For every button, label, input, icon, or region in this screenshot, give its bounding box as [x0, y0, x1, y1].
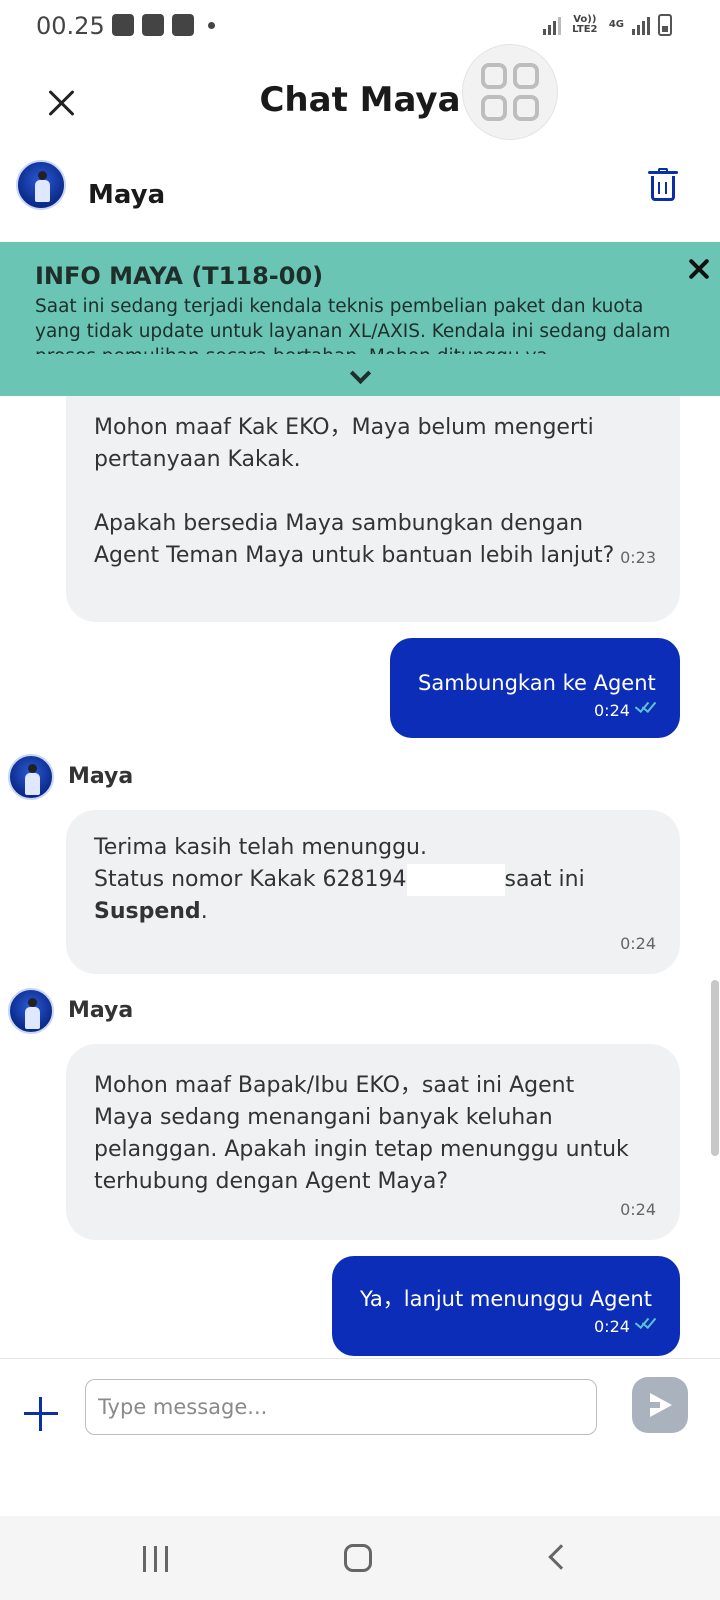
avatar — [8, 754, 54, 800]
system-icons: Vo)) LTE2 4G — [542, 14, 672, 36]
contact-name: Maya — [88, 180, 166, 210]
sender-name: Maya — [68, 764, 134, 789]
bot-message: Mohon maaf Kak EKO，Maya belum mengerti p… — [66, 396, 680, 622]
youtube-icon — [142, 14, 164, 36]
trash-icon[interactable] — [648, 168, 678, 202]
message-line: Status nomor Kakak 628194 saat ini — [94, 864, 654, 896]
chat-area[interactable]: Mohon maaf Kak EKO，Maya belum mengerti p… — [0, 396, 720, 1358]
message-text: Mohon maaf Kak EKO，Maya belum mengerti p… — [94, 415, 615, 568]
read-receipt-icon — [634, 699, 656, 711]
avatar — [16, 160, 66, 210]
message-time: 0:24 — [620, 934, 656, 953]
more-notifications-icon — [208, 21, 215, 29]
message-line: Suspend. — [94, 899, 208, 924]
battery-icon — [658, 14, 672, 36]
signal-icon — [542, 15, 561, 35]
message-text: Terima kasih telah menunggu. Status nomo… — [94, 832, 654, 928]
home-icon[interactable] — [344, 1544, 372, 1572]
close-icon[interactable] — [686, 256, 712, 282]
signal-icon-2 — [632, 15, 650, 35]
read-receipt-icon — [634, 1315, 656, 1327]
app-header: Chat Maya — [0, 44, 720, 152]
user-message: Sambungkan ke Agent 0:24 — [390, 638, 680, 738]
bot-message: Terima kasih telah menunggu. Status nomo… — [66, 810, 680, 974]
message-time: 0:24 — [620, 1200, 656, 1219]
info-title: INFO MAYA (T118-00) — [35, 262, 324, 290]
message-text: Ya，lanjut menunggu Agent — [360, 1287, 652, 1311]
message-text: Mohon maaf Bapak/Ibu EKO，saat ini Agent … — [94, 1073, 629, 1194]
status-value: Suspend — [94, 899, 201, 924]
info-text: Saat ini sedang terjadi kendala teknis p… — [35, 296, 671, 354]
avatar — [8, 988, 54, 1034]
send-button[interactable] — [632, 1377, 688, 1433]
app-switcher-icon[interactable] — [462, 44, 558, 140]
info-banner: INFO MAYA (T118-00) Saat ini sedang terj… — [0, 242, 720, 396]
page-title: Chat Maya — [259, 80, 461, 120]
status-time: 00.25 — [36, 12, 105, 40]
calendar-icon — [172, 14, 194, 36]
scrollbar[interactable] — [711, 980, 719, 1156]
network-type-label: 4G — [608, 19, 624, 30]
redacted-number — [406, 864, 505, 896]
system-nav-bar — [0, 1516, 720, 1600]
plus-icon[interactable] — [24, 1397, 58, 1431]
gallery-icon — [112, 14, 134, 36]
sender-name: Maya — [68, 998, 134, 1023]
volte-label: Vo)) LTE2 — [572, 14, 598, 35]
message-text: Sambungkan ke Agent — [418, 671, 656, 695]
back-icon[interactable] — [548, 1544, 574, 1570]
message-time: 0:23 — [620, 548, 656, 567]
user-message: Ya，lanjut menunggu Agent 0:24 — [332, 1256, 680, 1356]
message-line: Terima kasih telah menunggu. — [94, 835, 427, 860]
recent-apps-icon[interactable] — [143, 1546, 171, 1572]
message-input[interactable] — [85, 1379, 597, 1435]
message-time: 0:24 — [594, 701, 630, 720]
bot-message: Mohon maaf Bapak/Ibu EKO，saat ini Agent … — [66, 1044, 680, 1240]
sender-row: Maya — [0, 988, 720, 1040]
contact-row: Maya — [0, 152, 720, 242]
notification-icons — [112, 14, 215, 36]
status-bar: 00.25 Vo)) LTE2 4G — [0, 0, 720, 52]
message-composer — [0, 1358, 720, 1516]
chevron-down-icon[interactable] — [350, 366, 370, 386]
message-time: 0:24 — [594, 1317, 630, 1336]
sender-row: Maya — [0, 754, 720, 806]
